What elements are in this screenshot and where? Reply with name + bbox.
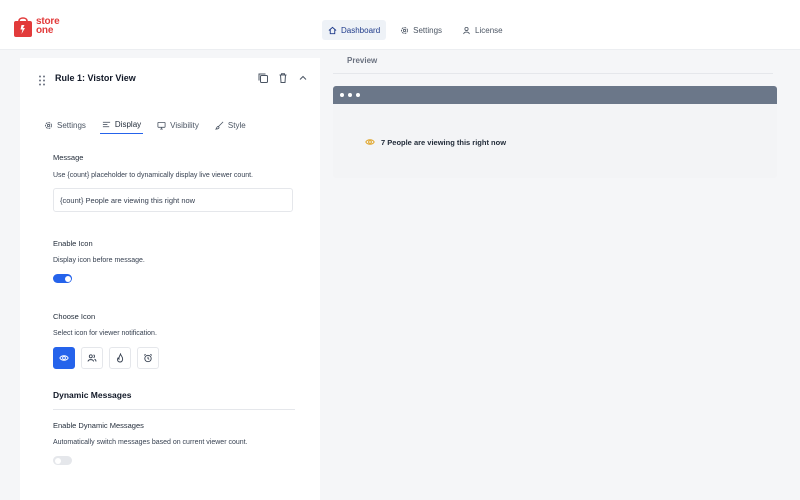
logo-line-one: one bbox=[36, 25, 54, 36]
icon-option-fire[interactable] bbox=[109, 347, 131, 369]
toggle-knob bbox=[64, 275, 71, 282]
enable-icon-toggle[interactable] bbox=[53, 274, 72, 283]
gear-icon bbox=[401, 26, 409, 34]
icon-choice-group bbox=[53, 347, 165, 369]
viewer-message-text: People are viewing this right now bbox=[387, 137, 507, 147]
rule-actions bbox=[257, 72, 317, 84]
enable-dynamic-help: Automatically switch messages based on c… bbox=[53, 439, 248, 446]
rule-title: Rule 1: Vistor View bbox=[55, 73, 136, 83]
choose-icon-label: Choose Icon bbox=[53, 312, 96, 321]
icon-option-eye[interactable] bbox=[53, 347, 75, 369]
alarm-clock-icon bbox=[143, 353, 153, 363]
preview-title: Preview bbox=[347, 56, 378, 65]
gear-icon bbox=[45, 121, 52, 129]
nav-license[interactable]: License bbox=[456, 20, 509, 40]
chevron-up-icon[interactable] bbox=[297, 72, 309, 84]
nav-license-label: License bbox=[475, 25, 503, 35]
preview-header: Preview bbox=[333, 50, 773, 74]
tab-display-label: Display bbox=[114, 120, 142, 129]
dynamic-messages-title: Dynamic Messages bbox=[53, 390, 132, 400]
enable-icon-help: Display icon before message. bbox=[53, 257, 145, 264]
section-divider bbox=[53, 409, 295, 410]
users-icon bbox=[87, 354, 97, 362]
enable-dynamic-toggle[interactable] bbox=[53, 456, 72, 465]
tab-style-label: Style bbox=[227, 120, 246, 130]
tab-style[interactable]: Style bbox=[213, 116, 248, 134]
tab-settings[interactable]: Settings bbox=[42, 116, 88, 134]
main-nav: Dashboard Settings License bbox=[322, 20, 517, 40]
icon-option-alarm-clock[interactable] bbox=[137, 347, 159, 369]
duplicate-icon[interactable] bbox=[257, 72, 269, 84]
preview-browser-frame: 7 People are viewing this right now bbox=[333, 86, 777, 178]
enable-dynamic-label: Enable Dynamic Messages bbox=[53, 421, 144, 430]
viewer-count-message: 7 People are viewing this right now bbox=[365, 137, 506, 147]
browser-title-bar bbox=[333, 86, 777, 104]
message-input[interactable] bbox=[53, 188, 293, 212]
nav-settings[interactable]: Settings bbox=[394, 20, 448, 40]
window-dot bbox=[356, 93, 360, 97]
message-label: Message bbox=[53, 153, 84, 162]
nav-dashboard-label: Dashboard bbox=[341, 25, 381, 35]
brush-icon bbox=[214, 121, 224, 130]
choose-icon-help: Select icon for viewer notification. bbox=[53, 330, 157, 337]
drag-handle-icon[interactable] bbox=[38, 73, 46, 86]
rule-header: Rule 1: Vistor View bbox=[20, 58, 320, 98]
window-dot bbox=[348, 93, 352, 97]
tab-settings-label: Settings bbox=[57, 120, 86, 130]
rule-editor-panel: Rule 1: Vistor View Settings Display Vis… bbox=[20, 58, 320, 500]
shopping-bag-icon bbox=[12, 14, 34, 38]
nav-settings-label: Settings bbox=[413, 25, 443, 35]
tab-display[interactable]: Display bbox=[99, 116, 144, 134]
home-icon bbox=[328, 26, 337, 34]
tab-visibility[interactable]: Visibility bbox=[155, 116, 201, 134]
toggle-knob bbox=[54, 457, 61, 464]
top-header: store one Dashboard Settings License bbox=[0, 0, 800, 50]
monitor-icon bbox=[157, 121, 166, 130]
align-left-icon bbox=[102, 121, 111, 128]
logo-text: store one bbox=[36, 17, 60, 36]
fire-icon bbox=[117, 353, 124, 363]
tab-visibility-label: Visibility bbox=[170, 120, 199, 130]
trash-icon[interactable] bbox=[277, 72, 289, 84]
rule-tabs: Settings Display Visibility Style bbox=[42, 116, 260, 134]
user-icon bbox=[463, 26, 470, 34]
eye-icon bbox=[365, 139, 375, 145]
store-one-logo[interactable]: store one bbox=[12, 14, 60, 38]
eye-icon bbox=[59, 355, 69, 361]
message-help: Use {count} placeholder to dynamically d… bbox=[53, 172, 253, 179]
nav-dashboard[interactable]: Dashboard bbox=[322, 20, 387, 40]
icon-option-users[interactable] bbox=[81, 347, 103, 369]
window-dot bbox=[340, 93, 344, 97]
viewer-count: 7 bbox=[381, 137, 386, 147]
enable-icon-label: Enable Icon bbox=[53, 239, 93, 248]
